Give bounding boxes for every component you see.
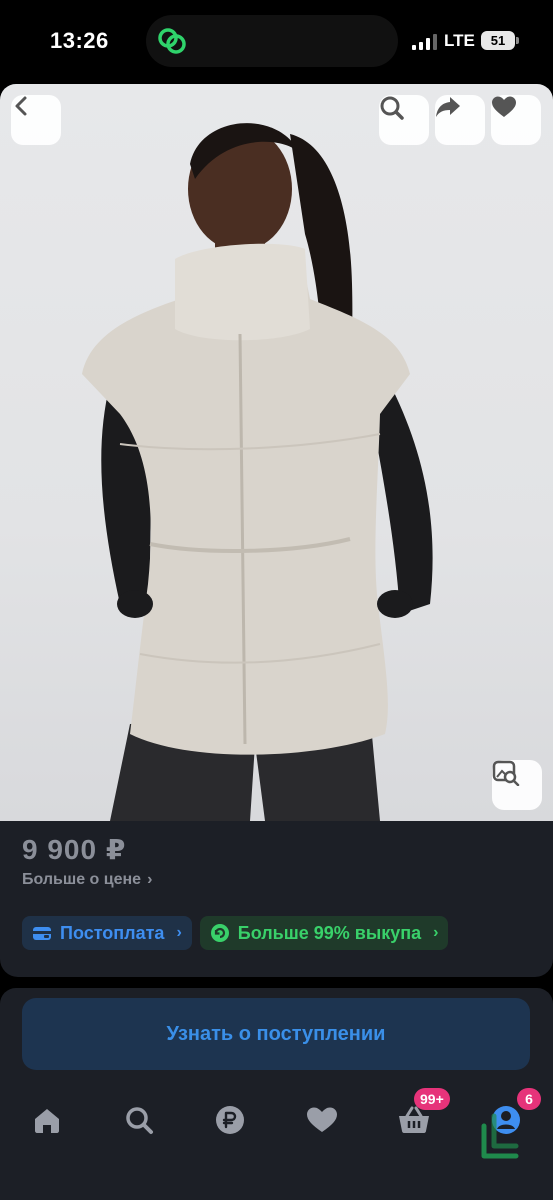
- postpay-badge[interactable]: Постоплата ›: [22, 916, 192, 950]
- profile-count-badge: 6: [517, 1088, 541, 1110]
- dynamic-island: [146, 15, 398, 67]
- image-search-icon: [492, 760, 520, 786]
- notify-when-available-button[interactable]: Узнать о поступлении: [22, 998, 530, 1070]
- cart-count-badge: 99+: [414, 1088, 450, 1110]
- chevron-right-icon: ›: [147, 871, 153, 888]
- heart-icon: [307, 1107, 337, 1132]
- share-arrow-icon: [436, 97, 460, 117]
- product-photo[interactable]: [0, 84, 553, 821]
- product-badges: Постоплата › Больше 99% выкупа ›: [22, 916, 449, 950]
- wallet-icon: [33, 927, 51, 940]
- home-icon: [35, 1109, 59, 1133]
- chevron-right-icon: ›: [176, 924, 182, 941]
- status-bar: 13:26 LTE 51: [0, 0, 553, 84]
- bottom-panel: Узнать о поступлении 99+ 6: [0, 988, 553, 1200]
- status-time: 13:26: [50, 28, 109, 53]
- app-logo-icon: [158, 28, 186, 54]
- product-price: 9 900 ₽: [22, 834, 127, 865]
- search-button[interactable]: [379, 95, 429, 145]
- share-button[interactable]: [435, 95, 485, 145]
- search-icon: [126, 1107, 153, 1134]
- product-illustration: [82, 123, 433, 821]
- battery-indicator: 51: [481, 31, 519, 50]
- visual-search-button[interactable]: [492, 760, 542, 810]
- search-icon: [380, 96, 404, 120]
- product-card: 9 900 ₽ Больше о цене › Постоплата › Бол…: [0, 84, 553, 977]
- tab-home[interactable]: [25, 1098, 69, 1142]
- chevron-right-icon: ›: [433, 924, 439, 941]
- buyout-badge[interactable]: Больше 99% выкупа ›: [199, 916, 449, 950]
- heart-icon: [492, 96, 516, 117]
- chevron-left-icon: [15, 96, 27, 116]
- buyout-label: Больше 99% выкупа: [237, 922, 422, 943]
- return-icon: [210, 924, 229, 942]
- basket-icon: [399, 1106, 429, 1133]
- more-about-price-link[interactable]: Больше о цене ›: [22, 871, 152, 889]
- more-about-price-label: Больше о цене: [22, 871, 142, 888]
- tab-payments[interactable]: [208, 1098, 252, 1142]
- tab-search[interactable]: [117, 1098, 161, 1142]
- back-button[interactable]: [11, 95, 61, 145]
- brand-watermark-icon: [481, 1113, 519, 1159]
- tab-bar: [0, 1090, 553, 1154]
- tab-favorites[interactable]: [300, 1098, 344, 1142]
- network-type: LTE: [444, 31, 475, 50]
- signal-icon: [412, 34, 437, 50]
- ruble-icon: [216, 1106, 244, 1134]
- postpay-label: Постоплата: [60, 922, 165, 943]
- favorite-button[interactable]: [491, 95, 541, 145]
